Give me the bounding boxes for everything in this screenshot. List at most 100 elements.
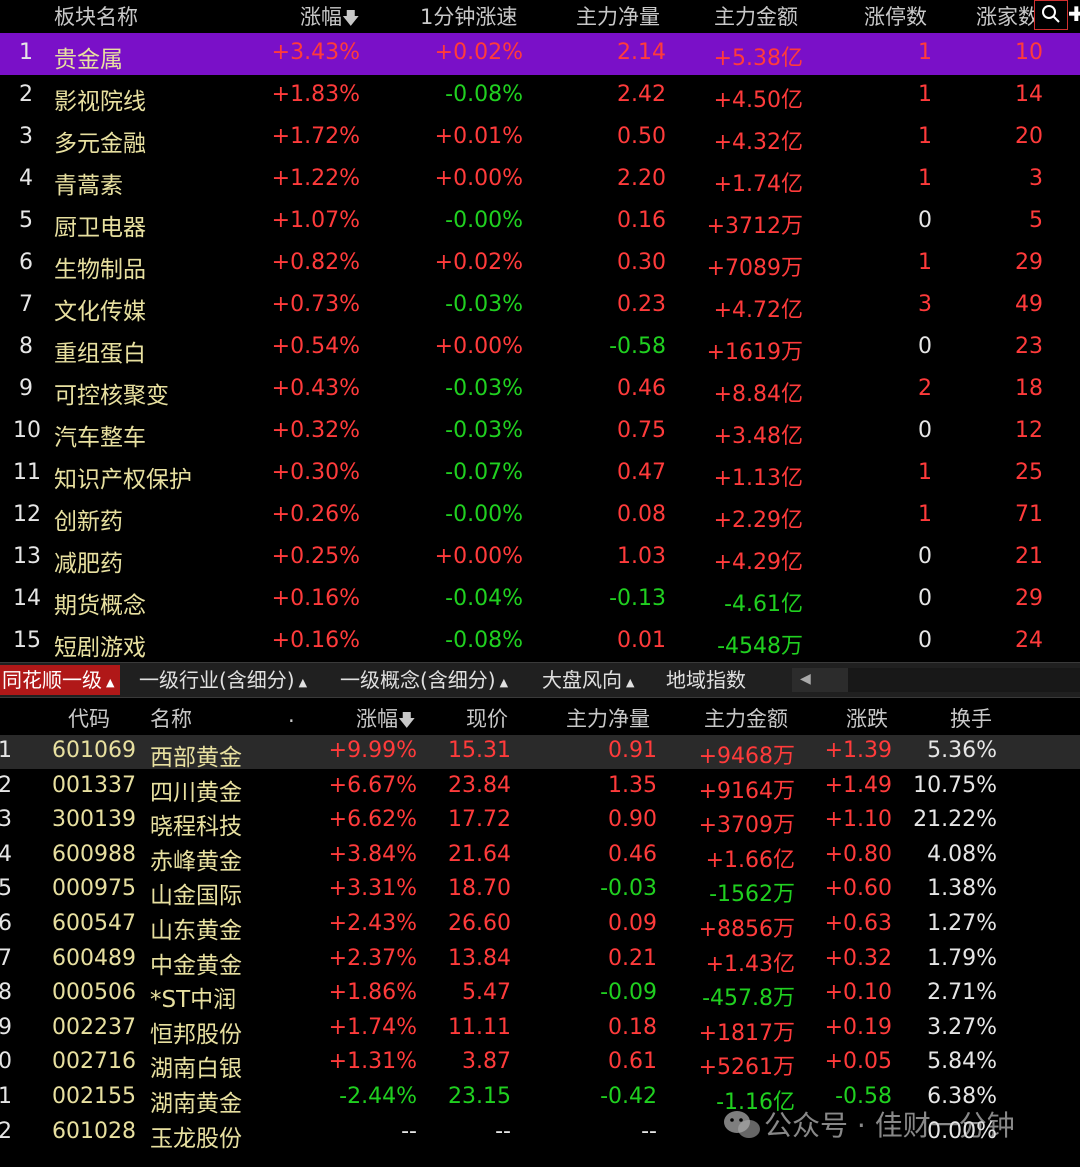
header-diff[interactable]: 涨跌 — [846, 703, 888, 733]
turnover: 1.79% — [927, 945, 997, 971]
speed-1min: -0.00% — [445, 502, 523, 527]
change-pct: +6.62% — [328, 807, 417, 833]
header-change-pct[interactable]: 涨幅🡇 — [300, 1, 359, 35]
row-index: 12 — [13, 502, 41, 527]
change-pct: +1.22% — [271, 166, 360, 191]
turnover: 3.27% — [927, 1014, 997, 1040]
sector-row[interactable]: 15 短剧游戏 +0.16% -0.08% 0.01 -4548万 0 24 — [0, 621, 1080, 663]
header-1min-speed[interactable]: 1分钟涨速 — [420, 1, 517, 31]
add-icon[interactable]: ✚ — [1068, 2, 1080, 26]
header-main-amount[interactable]: 主力金额 — [714, 1, 798, 31]
stock-row[interactable]: 9 002237 恒邦股份 +1.74% 11.11 0.18 +1817万 +0.19 3.2… — [0, 1012, 1080, 1048]
sector-row[interactable]: 14 期货概念 +0.16% -0.04% -0.13 -4.61亿 0 29 — [0, 579, 1080, 621]
stock-code: 000975 — [52, 876, 136, 902]
up-count: 3 — [1029, 166, 1043, 191]
sector-row[interactable]: 7 文化传媒 +0.73% -0.03% 0.23 +4.72亿 3 49 — [0, 285, 1080, 327]
stock-name: 赤峰黄金 — [150, 848, 242, 875]
stock-code: 600547 — [52, 911, 136, 936]
main-net: -0.58 — [609, 334, 666, 359]
sector-row[interactable]: 9 可控核聚变 +0.43% -0.03% 0.46 +8.84亿 2 18 — [0, 369, 1080, 411]
sector-row[interactable]: 5 厨卫电器 +1.07% -0.00% 0.16 +3712万 0 5 — [0, 201, 1080, 243]
header-change-pct-label: 涨幅 — [300, 5, 342, 29]
sector-row[interactable]: 3 多元金融 +1.72% +0.01% 0.50 +4.32亿 1 20 — [0, 117, 1080, 159]
price-diff: +0.80 — [824, 841, 892, 867]
header-name[interactable]: 名称 — [150, 703, 192, 733]
header-main-amount[interactable]: 主力金额 — [704, 703, 788, 733]
price: 11.11 — [448, 1014, 511, 1040]
sector-row[interactable]: 1 贵金属 +3.43% +0.02% 2.14 +5.38亿 1 10 — [0, 33, 1080, 75]
tab-industry-level1[interactable]: 一级行业(含细分) ▲ — [133, 665, 313, 695]
tab-ths-level1[interactable]: 同花顺一级 ▲ — [0, 665, 121, 695]
stock-row[interactable]: 7 600489 中金黄金 +2.37% 13.84 0.21 +1.43亿 +0.32 1.7… — [0, 943, 1080, 979]
stock-row[interactable]: 4 600988 赤峰黄金 +3.84% 21.64 0.46 +1.66亿 +0.80 4.0… — [0, 839, 1080, 875]
tab-dropdown-icon: ▲ — [298, 676, 308, 689]
turnover: 4.08% — [927, 841, 997, 867]
main-net: 2.20 — [617, 166, 666, 191]
main-amount: +8856万 — [698, 917, 795, 942]
sector-row[interactable]: 12 创新药 +0.26% -0.00% 0.08 +2.29亿 1 71 — [0, 495, 1080, 537]
sector-row[interactable]: 10 汽车整车 +0.32% -0.03% 0.75 +3.48亿 0 12 — [0, 411, 1080, 453]
sector-row[interactable]: 8 重组蛋白 +0.54% +0.00% -0.58 +1619万 0 23 — [0, 327, 1080, 369]
main-amount: +8.84亿 — [713, 382, 803, 407]
tab-dropdown-icon: ▲ — [499, 676, 509, 689]
header-price[interactable]: 现价 — [466, 703, 508, 733]
header-sector-name[interactable]: 板块名称 — [54, 1, 138, 31]
stock-row[interactable]: 5 000975 山金国际 +3.31% 18.70 -0.03 -1562万 +0.60 1.… — [0, 873, 1080, 909]
up-count: 49 — [1015, 292, 1043, 317]
sector-row[interactable]: 11 知识产权保护 +0.30% -0.07% 0.47 +1.13亿 1 25 — [0, 453, 1080, 495]
speed-1min: +0.02% — [434, 40, 523, 65]
stock-row[interactable]: 2 001337 四川黄金 +6.67% 23.84 1.35 +9164万 +1.49 10.… — [0, 770, 1080, 806]
price: 15.31 — [448, 738, 511, 763]
tab-concept-level1[interactable]: 一级概念(含细分) ▲ — [334, 665, 514, 695]
stock-name: 晓程科技 — [150, 814, 242, 841]
sector-row[interactable]: 6 生物制品 +0.82% +0.02% 0.30 +7089万 1 29 — [0, 243, 1080, 285]
main-net: 0.01 — [617, 628, 666, 653]
main-net: 0.50 — [617, 124, 666, 149]
search-button[interactable] — [1034, 0, 1068, 30]
main-amount: +5261万 — [698, 1055, 795, 1081]
stock-row[interactable]: 3 300139 晓程科技 +6.62% 17.72 0.90 +3709万 +1.10 21.… — [0, 804, 1080, 841]
up-count: 21 — [1015, 544, 1043, 569]
change-pct: +0.26% — [271, 502, 360, 527]
stock-row[interactable]: 10 002716 湖南白银 +1.31% 3.87 0.61 +5261万 +0.05 5.8… — [0, 1046, 1080, 1082]
sector-name: 多元金融 — [54, 131, 146, 157]
tab-dropdown-icon: ▲ — [626, 676, 635, 689]
tab-regional-index[interactable]: 地域指数 — [660, 665, 752, 695]
sector-row[interactable]: 2 影视院线 +1.83% -0.08% 2.42 +4.50亿 1 14 — [0, 75, 1080, 117]
limit-up-count: 1 — [918, 82, 932, 107]
change-pct: +1.72% — [271, 124, 360, 149]
chevron-left-icon: ◀ — [800, 671, 811, 687]
header-code[interactable]: 代码 — [68, 703, 110, 733]
header-limit-up-count[interactable]: 涨停数 — [864, 1, 927, 31]
header-main-net[interactable]: 主力净量 — [566, 703, 650, 733]
limit-up-count: 1 — [918, 124, 932, 149]
stock-row[interactable]: 1 601069 西部黄金 +9.99% 15.31 0.91 +9468万 +1.39 5.3… — [0, 735, 1080, 771]
speed-1min: -0.03% — [445, 376, 523, 401]
header-main-net[interactable]: 主力净量 — [576, 1, 660, 31]
price: 13.84 — [448, 945, 511, 971]
up-count: 14 — [1015, 82, 1043, 107]
row-index: 2 — [0, 772, 12, 798]
up-count: 24 — [1015, 628, 1043, 653]
speed-1min: -0.08% — [445, 628, 523, 653]
limit-up-count: 1 — [918, 250, 932, 275]
sector-row[interactable]: 4 青蒿素 +1.22% +0.00% 2.20 +1.74亿 1 3 — [0, 159, 1080, 201]
stock-name: 玉龙股份 — [150, 1125, 242, 1152]
tab-scroll-left-button[interactable]: ◀ — [792, 668, 848, 692]
tab-market-wind[interactable]: 大盘风向 ▲ — [536, 665, 640, 695]
main-amount: +4.29亿 — [713, 550, 803, 575]
header-up-count[interactable]: 涨家数 — [976, 1, 1034, 31]
turnover: 1.27% — [927, 911, 997, 936]
main-amount: +9468万 — [698, 744, 795, 769]
change-pct: +0.32% — [271, 418, 360, 443]
tab-scrollbar[interactable] — [848, 668, 1080, 692]
stock-row[interactable]: 6 600547 山东黄金 +2.43% 26.60 0.09 +8856万 +0.63 1.2… — [0, 908, 1080, 944]
main-net: 0.08 — [617, 502, 666, 527]
header-turnover[interactable]: 换手 — [950, 703, 992, 733]
main-amount: +1619万 — [706, 340, 803, 365]
sector-name: 青蒿素 — [54, 173, 123, 199]
row-index: 2 — [19, 82, 33, 107]
stock-row[interactable]: 8 000506 *ST中润 +1.86% 5.47 -0.09 -457.8万 +0.10 2… — [0, 977, 1080, 1013]
header-change-pct[interactable]: 涨幅🡇 — [356, 703, 415, 737]
sector-row[interactable]: 13 减肥药 +0.25% +0.00% 1.03 +4.29亿 0 21 — [0, 537, 1080, 579]
